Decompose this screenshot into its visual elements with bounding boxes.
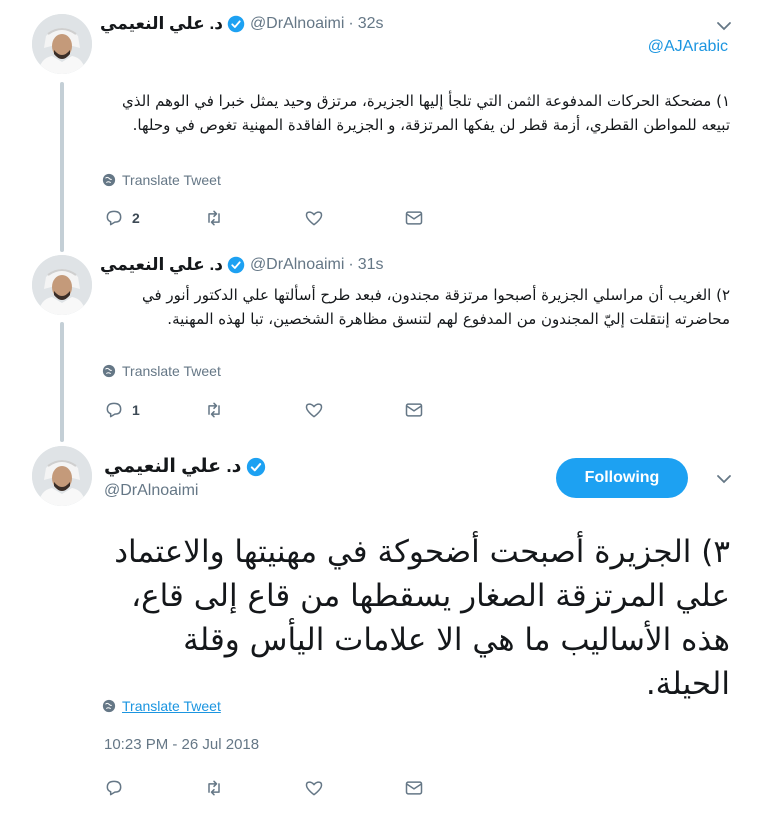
author-handle[interactable]: @DrAlnoaimi [104, 482, 198, 500]
direct-message-button[interactable] [404, 778, 444, 798]
verified-badge-icon [246, 457, 266, 477]
tweet-actions: 2 [104, 208, 444, 228]
like-button[interactable] [304, 208, 404, 228]
retweet-icon [208, 210, 220, 226]
direct-message-button[interactable] [404, 208, 444, 228]
translate-tweet[interactable]: Translate Tweet [102, 172, 221, 188]
verified-badge-icon [227, 256, 245, 274]
avatar-image [32, 255, 92, 315]
retweet-button[interactable] [204, 778, 304, 798]
tweet-time[interactable]: 31s [358, 256, 384, 274]
author-handle[interactable]: @DrAlnoaimi [250, 256, 344, 274]
direct-message-button[interactable] [404, 400, 444, 420]
author-handle[interactable]: @DrAlnoaimi [250, 15, 344, 33]
avatar[interactable] [32, 446, 92, 506]
like-icon [305, 211, 323, 226]
tweet-actions [104, 778, 444, 798]
author-name[interactable]: د. علي النعيمي [104, 455, 241, 478]
verified-badge-icon [227, 15, 245, 33]
reply-button[interactable]: 2 [104, 208, 204, 228]
avatar[interactable] [32, 14, 92, 74]
thread-line [60, 82, 64, 252]
translate-label: Translate Tweet [122, 172, 221, 188]
reply-to-link[interactable]: @AJArabic [648, 38, 728, 56]
main-author: د. علي النعيمي [104, 455, 266, 478]
globe-icon [102, 364, 116, 378]
chevron-down-icon[interactable] [716, 471, 732, 487]
translate-label: Translate Tweet [122, 363, 221, 379]
avatar-image [32, 14, 92, 74]
like-icon [305, 781, 323, 796]
globe-icon [102, 173, 116, 187]
direct-message-icon [405, 781, 423, 795]
reply-count: 2 [132, 210, 140, 226]
tweet-header: د. علي النعيمي @DrAlnoaimi · 32s [100, 12, 384, 36]
direct-message-icon [405, 211, 423, 225]
separator: · [348, 15, 354, 32]
like-icon [305, 403, 323, 418]
reply-count: 1 [132, 402, 140, 418]
thread-line [60, 322, 64, 442]
translate-tweet[interactable]: Translate Tweet [102, 698, 221, 714]
author-name[interactable]: د. علي النعيمي [100, 14, 223, 34]
main-tweet-text: ٣) الجزيرة أصبحت أضحوكة في مهنيتها والاع… [114, 534, 730, 702]
following-button[interactable]: Following [556, 458, 688, 498]
chevron-down-icon[interactable] [716, 18, 732, 34]
tweet-timestamp[interactable]: 10:23 PM - 26 Jul 2018 [104, 736, 259, 753]
tweet-actions: 1 [104, 400, 444, 420]
retweet-button[interactable] [204, 400, 304, 420]
like-button[interactable] [304, 778, 404, 798]
reply-icon [106, 402, 122, 418]
reply-icon [106, 780, 122, 796]
reply-icon [106, 210, 122, 226]
reply-button[interactable]: 1 [104, 400, 204, 420]
tweet-header: د. علي النعيمي @DrAlnoaimi · 31s [100, 253, 384, 277]
retweet-icon [208, 780, 220, 796]
translate-tweet[interactable]: Translate Tweet [102, 363, 221, 379]
avatar-image [32, 446, 92, 506]
tweet-time[interactable]: 32s [358, 15, 384, 33]
avatar[interactable] [32, 255, 92, 315]
tweet-text: ٢) الغريب أن مراسلي الجزيرة أصبحوا مرتزق… [141, 286, 730, 328]
like-button[interactable] [304, 400, 404, 420]
globe-icon [102, 699, 116, 713]
direct-message-icon [405, 403, 423, 417]
reply-button[interactable] [104, 778, 204, 798]
author-name[interactable]: د. علي النعيمي [100, 255, 223, 275]
tweet-text: ١) مضحكة الحركات المدفوعة الثمن التي تلج… [121, 92, 730, 134]
separator: · [348, 256, 354, 273]
retweet-icon [208, 402, 220, 418]
retweet-button[interactable] [204, 208, 304, 228]
translate-label: Translate Tweet [122, 698, 221, 714]
